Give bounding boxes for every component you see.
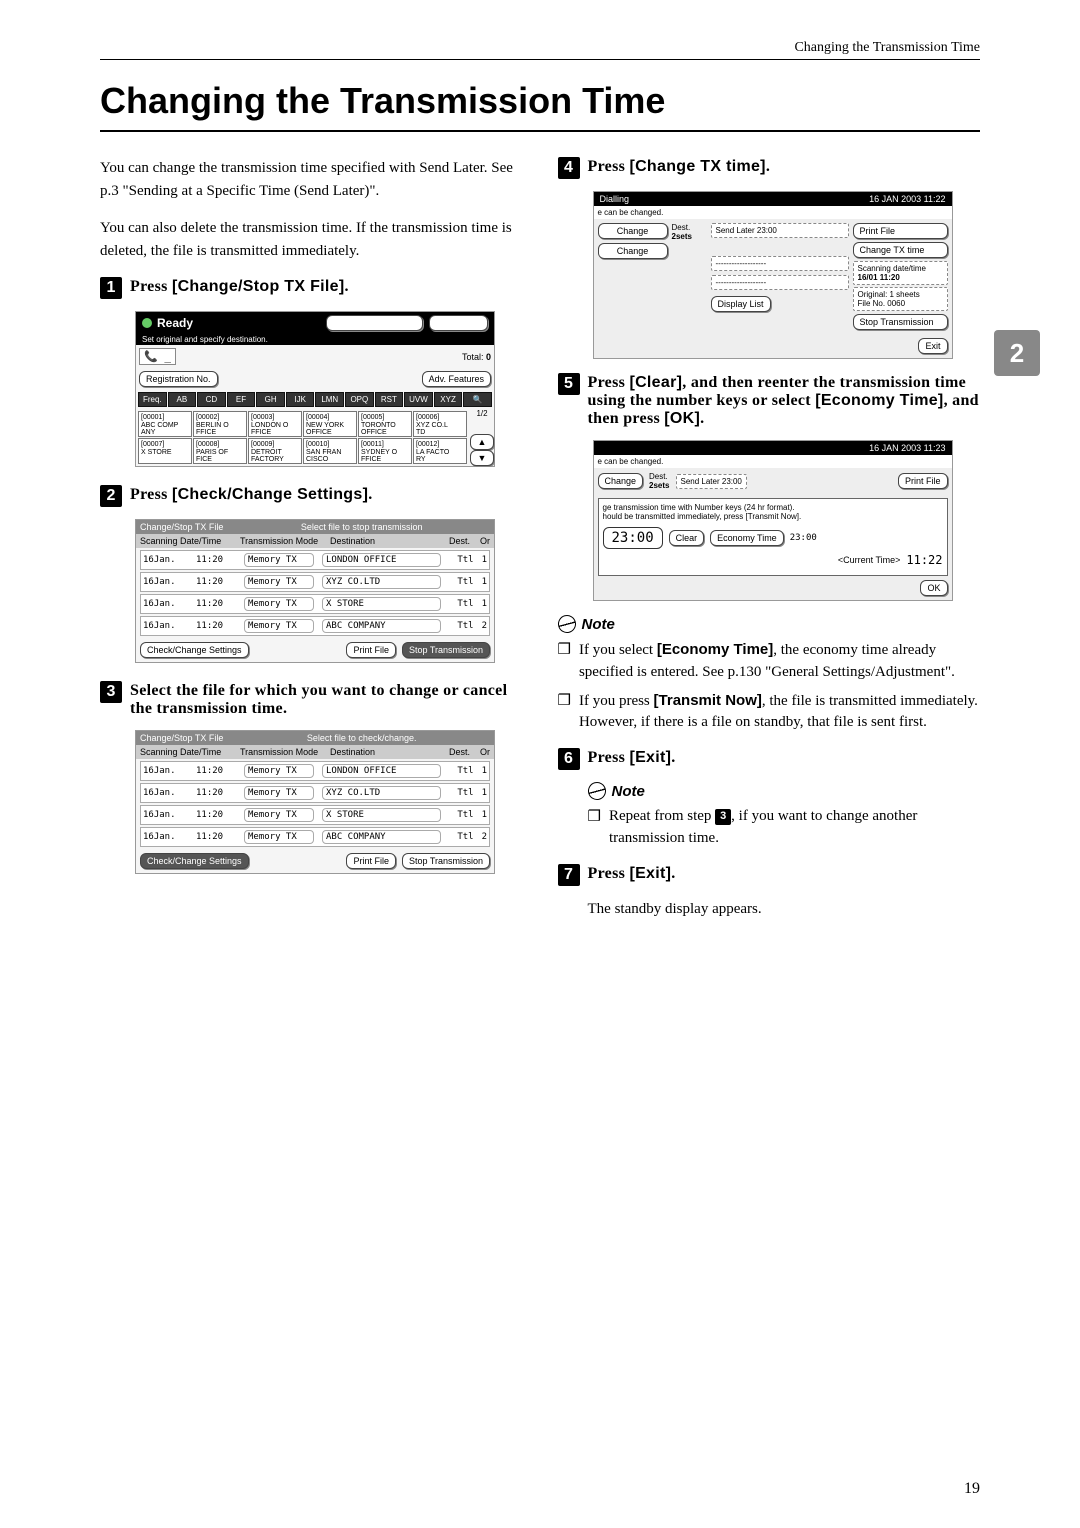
address-entry[interactable]: [00002]BERLIN OFFICE (193, 411, 247, 437)
address-entry[interactable]: [00004]NEW YORKOFFICE (303, 411, 357, 437)
change-tx-time-button[interactable]: Change TX time (853, 242, 948, 258)
step-5: 5 Press [Clear], and then reenter the tr… (558, 373, 981, 428)
print-file-button[interactable]: Print File (898, 473, 948, 489)
economy-time-value: 23:00 (790, 533, 817, 543)
table-row[interactable]: 16Jan.11:20Memory TXXYZ CO.LTDTtl1 (140, 572, 490, 592)
address-entry[interactable]: [00007]X STORE (138, 438, 192, 464)
step-7: 7 Press [Exit]. (558, 864, 981, 886)
registration-no-button[interactable]: Registration No. (139, 371, 218, 387)
check-change-settings-button-selected[interactable]: Check/Change Settings (140, 853, 249, 869)
note-item: ❒ If you press [Transmit Now], the file … (558, 690, 981, 735)
step-3: 3 Select the file for which you want to … (100, 681, 523, 718)
ok-button[interactable]: OK (920, 580, 947, 596)
step-7-marker: 7 (558, 864, 580, 886)
table-row[interactable]: 16Jan.11:20Memory TXX STORETtl1 (140, 805, 490, 825)
scroll-up-icon[interactable]: ▲ (470, 434, 494, 450)
change-tx-screen: Dialling16 JAN 2003 11:22 e can be chang… (593, 191, 953, 359)
address-entry[interactable]: [00005]TORONTOOFFICE (358, 411, 412, 437)
file-list-screen-1: Change/Stop TX File Select file to stop … (135, 519, 495, 663)
clear-button[interactable]: Clear (669, 530, 705, 546)
time-input[interactable]: 23:00 (603, 527, 663, 549)
step-1-text: Press (130, 278, 172, 295)
note-item: ❒ If you select [Economy Time], the econ… (558, 639, 981, 684)
economy-time-button[interactable]: Economy Time (710, 530, 784, 546)
status-dot-icon (142, 318, 152, 328)
address-entry[interactable]: [00009]DETROITFACTORY (248, 438, 302, 464)
adv-features-button[interactable]: Adv. Features (422, 371, 491, 387)
ready-label: Ready (157, 316, 193, 330)
address-grid: [00001]ABC COMPANY [00002]BERLIN OFFICE … (136, 409, 470, 466)
stop-transmission-button[interactable]: Stop Transmission (402, 642, 490, 658)
step-4: 4 Press [Change TX time]. (558, 157, 981, 179)
information-button[interactable]: Information (429, 315, 488, 331)
check-change-settings-button[interactable]: Check/Change Settings (140, 642, 249, 658)
note-heading: Note (588, 782, 981, 800)
note-heading: Note (558, 615, 981, 633)
address-entry[interactable]: [00006]XYZ CO.LTD (413, 411, 467, 437)
intro-paragraph-2: You can also delete the transmission tim… (100, 217, 523, 262)
print-file-button[interactable]: Print File (346, 853, 396, 869)
change-button[interactable]: Change (598, 243, 668, 259)
print-file-button[interactable]: Print File (346, 642, 396, 658)
current-time-value: 11:22 (906, 553, 942, 567)
search-icon[interactable]: 🔍 (463, 392, 492, 407)
scroll-down-icon[interactable]: ▼ (470, 450, 494, 466)
step-1-marker: 1 (100, 277, 122, 299)
time-entry-screen: 16 JAN 2003 11:23 e can be changed. Chan… (593, 440, 953, 601)
change-button[interactable]: Change (598, 223, 668, 239)
step-6-marker: 6 (558, 748, 580, 770)
page-indicator: 1/2 (470, 409, 494, 434)
page-number: 19 (964, 1480, 980, 1498)
step-1-button-label: [Change/Stop TX File] (172, 278, 345, 295)
intro-paragraph-1: You can change the transmission time spe… (100, 157, 523, 202)
table-row[interactable]: 16Jan.11:20Memory TXLONDON OFFICETtl1 (140, 550, 490, 570)
display-list-button[interactable]: Display List (711, 296, 771, 312)
step-1: 1 Press [Change/Stop TX File]. (100, 277, 523, 299)
address-entry[interactable]: [00010]SAN FRANCISCO (303, 438, 357, 464)
file-list-screen-2: Change/Stop TX File Select file to check… (135, 730, 495, 874)
table-row[interactable]: 16Jan.11:20Memory TXABC COMPANYTtl2 (140, 827, 490, 847)
stop-transmission-button[interactable]: Stop Transmission (853, 314, 948, 330)
stop-transmission-button[interactable]: Stop Transmission (402, 853, 490, 869)
table-row[interactable]: 16Jan.11:20Memory TXLONDON OFFICETtl1 (140, 761, 490, 781)
change-stop-tx-file-button[interactable]: Change/Stop TX File (326, 315, 423, 331)
table-row[interactable]: 16Jan.11:20Memory TXABC COMPANYTtl2 (140, 616, 490, 636)
chapter-tab: 2 (994, 330, 1040, 376)
table-row[interactable]: 16Jan.11:20Memory TXXYZ CO.LTDTtl1 (140, 783, 490, 803)
exit-button[interactable]: Exit (918, 338, 947, 354)
address-entry[interactable]: [00011]SYDNEY OFFICE (358, 438, 412, 464)
print-file-button[interactable]: Print File (853, 223, 948, 239)
step-4-marker: 4 (558, 157, 580, 179)
running-header: Changing the Transmission Time (100, 40, 980, 60)
change-button[interactable]: Change (598, 473, 644, 489)
final-text: The standby display appears. (588, 898, 981, 921)
address-entry[interactable]: [00001]ABC COMPANY (138, 411, 192, 437)
address-entry[interactable]: [00008]PARIS OFFICE (193, 438, 247, 464)
table-row[interactable]: 16Jan.11:20Memory TXX STORETtl1 (140, 594, 490, 614)
step-3-marker: 3 (100, 681, 122, 703)
step-5-marker: 5 (558, 373, 580, 395)
step-6: 6 Press [Exit]. (558, 748, 981, 770)
step-2-marker: 2 (100, 485, 122, 507)
step-3-text: Select the file for which you want to ch… (130, 681, 523, 718)
address-entry[interactable]: [00012]LA FACTORY (413, 438, 467, 464)
freq-tab[interactable]: Freq. (138, 392, 167, 407)
total-value: 0 (486, 352, 491, 362)
total-label: Total: (462, 352, 484, 362)
note-item: ❒ Repeat from step 3, if you want to cha… (588, 806, 981, 850)
address-entry[interactable]: [00003]LONDON OFFICE (248, 411, 302, 437)
ready-screen: Ready Change/Stop TX File Information Se… (135, 311, 495, 467)
ready-subtitle: Set original and specify destination. (136, 334, 494, 345)
step-2: 2 Press [Check/Change Settings]. (100, 485, 523, 507)
page-title: Changing the Transmission Time (100, 80, 980, 132)
send-later-display: Send Later 23:00 (711, 223, 849, 238)
